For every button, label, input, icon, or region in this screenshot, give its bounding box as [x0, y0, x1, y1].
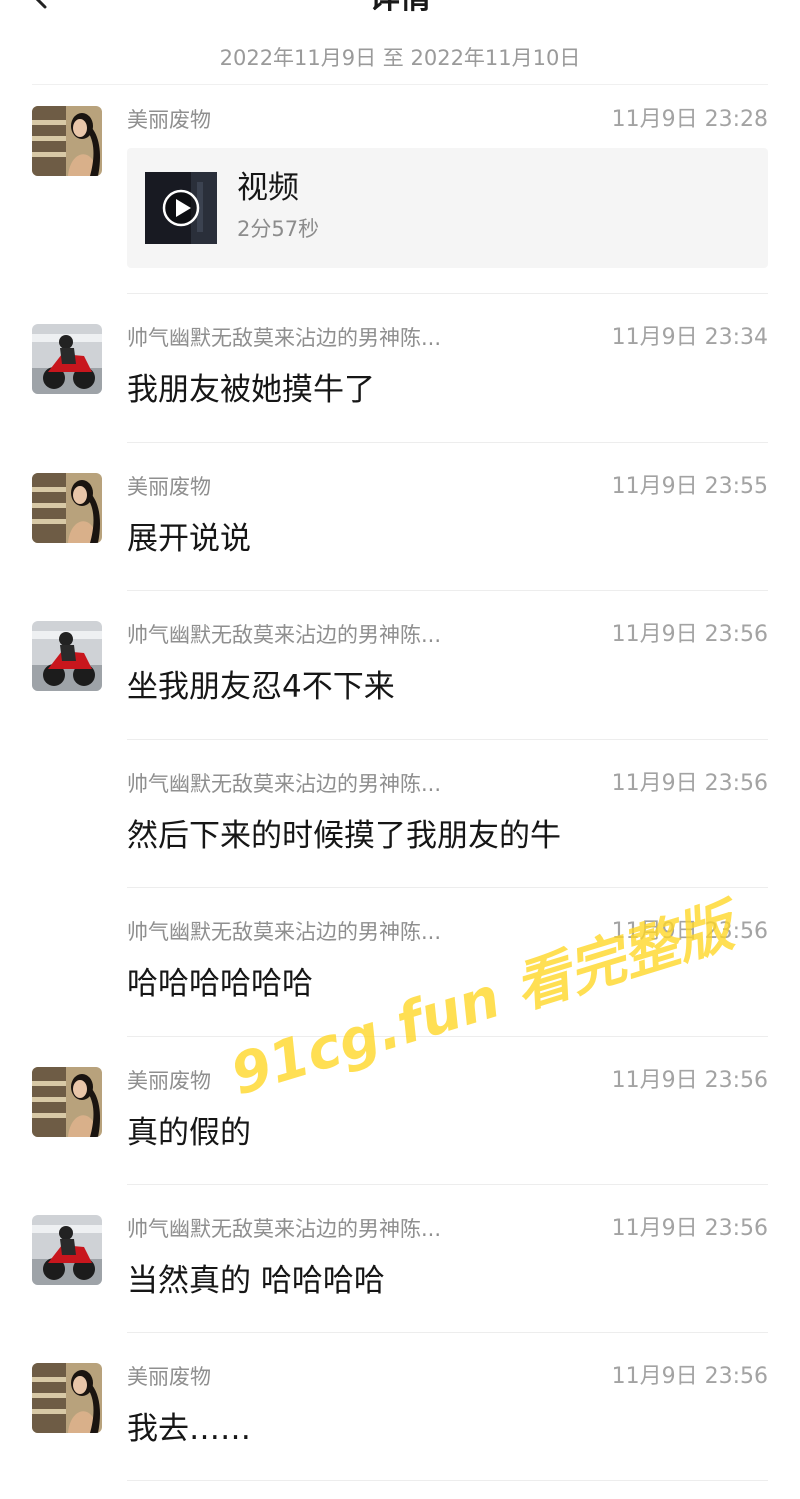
- video-duration: 2分57秒: [237, 217, 320, 241]
- avatar[interactable]: [32, 106, 102, 176]
- sender-name: 美丽废物: [127, 1365, 211, 1389]
- video-title: 视频: [237, 170, 299, 206]
- video-thumbnail[interactable]: [145, 172, 217, 244]
- date-range: 2022年11月9日 至 2022年11月10日: [219, 46, 581, 70]
- message-time: 11月9日 23:56: [611, 919, 768, 944]
- avatar[interactable]: [32, 324, 102, 394]
- sender-name: 美丽废物: [127, 108, 211, 132]
- sender-name: 帅气幽默无敌莫来沾边的男神陈...: [127, 623, 442, 647]
- video-message-card[interactable]: 视频 2分57秒: [127, 148, 768, 268]
- message-time: 11月9日 23:34: [611, 325, 768, 350]
- sender-name: 美丽废物: [127, 475, 211, 499]
- message-text: 然后下来的时候摸了我朋友的牛: [127, 818, 561, 854]
- chat-detail-page: 详情 2022年11月9日 至 2022年11月10日 美丽废物 11月9日 2…: [0, 0, 800, 1499]
- avatar[interactable]: [32, 621, 102, 691]
- divider: [127, 590, 768, 591]
- divider: [127, 1036, 768, 1037]
- message-time: 11月9日 23:56: [611, 622, 768, 647]
- divider: [127, 739, 768, 740]
- sender-name: 帅气幽默无敌莫来沾边的男神陈...: [127, 1217, 442, 1241]
- divider: [127, 1184, 768, 1185]
- sender-name: 美丽废物: [127, 1069, 211, 1093]
- message-time: 11月9日 23:55: [611, 474, 768, 499]
- avatar[interactable]: [32, 1067, 102, 1137]
- message-text: 坐我朋友忍4不下来: [127, 669, 395, 705]
- message-text: 展开说说: [127, 521, 251, 557]
- message-time: 11月9日 23:56: [611, 1364, 768, 1389]
- divider: [127, 887, 768, 888]
- message-time: 11月9日 23:56: [611, 1216, 768, 1241]
- message-text: 真的假的: [127, 1115, 251, 1151]
- message-text: 我朋友被她摸牛了: [127, 372, 375, 408]
- message-text: 当然真的 哈哈哈哈: [127, 1263, 385, 1299]
- avatar[interactable]: [32, 1215, 102, 1285]
- divider: [127, 442, 768, 443]
- avatar[interactable]: [32, 1363, 102, 1433]
- divider: [32, 84, 768, 85]
- divider: [127, 1480, 768, 1481]
- message-time: 11月9日 23:56: [611, 1068, 768, 1093]
- play-icon: [145, 172, 217, 244]
- page-title: 详情: [0, 0, 800, 18]
- message-text: 我去……: [127, 1411, 251, 1447]
- sender-name: 帅气幽默无敌莫来沾边的男神陈...: [127, 920, 442, 944]
- top-bar: 详情: [0, 0, 800, 22]
- divider: [127, 1332, 768, 1333]
- avatar[interactable]: [32, 473, 102, 543]
- message-text: 哈哈哈哈哈哈: [127, 966, 313, 1002]
- divider: [127, 293, 768, 294]
- message-time: 11月9日 23:28: [611, 107, 768, 132]
- sender-name: 帅气幽默无敌莫来沾边的男神陈...: [127, 772, 442, 796]
- sender-name: 帅气幽默无敌莫来沾边的男神陈...: [127, 326, 442, 350]
- message-time: 11月9日 23:56: [611, 771, 768, 796]
